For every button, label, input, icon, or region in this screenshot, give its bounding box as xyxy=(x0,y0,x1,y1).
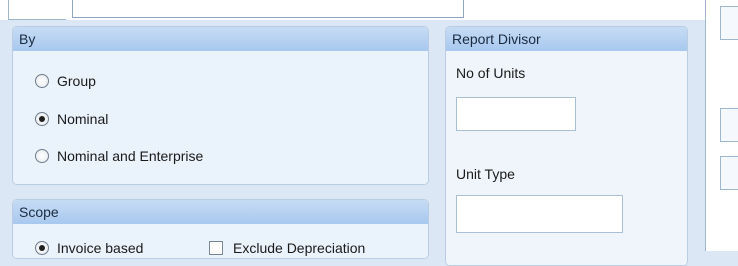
radio-button-checked[interactable] xyxy=(35,241,49,255)
exclude-depreciation-option[interactable]: Exclude Depreciation xyxy=(209,238,365,258)
radio-invoice-based-label: Invoice based xyxy=(57,240,144,256)
radio-button[interactable] xyxy=(35,74,49,88)
scope-group: Scope Invoice based Exclude Depreciation xyxy=(12,199,429,259)
scope-group-title: Scope xyxy=(13,200,428,224)
by-group-title: By xyxy=(13,27,428,51)
radio-invoice-based-option[interactable]: Invoice based xyxy=(35,238,143,258)
radio-button[interactable] xyxy=(35,149,49,163)
radio-nominal-enterprise-label: Nominal and Enterprise xyxy=(57,148,204,164)
by-group: By Group Nominal Nominal and Enterprise xyxy=(12,26,429,185)
radio-nominal-enterprise-option[interactable]: Nominal and Enterprise xyxy=(35,146,203,166)
radio-group-label: Group xyxy=(57,73,96,89)
top-field[interactable] xyxy=(72,0,464,18)
right-button-middle[interactable] xyxy=(720,108,738,142)
by-group-body: Group Nominal Nominal and Enterprise xyxy=(13,51,428,184)
exclude-depreciation-label: Exclude Depreciation xyxy=(233,240,366,256)
report-divisor-title: Report Divisor xyxy=(446,27,687,51)
unit-type-label: Unit Type xyxy=(456,166,515,182)
report-divisor-body: No of Units Unit Type xyxy=(446,51,687,265)
unit-type-input[interactable] xyxy=(456,195,623,233)
exclude-depreciation-checkbox[interactable] xyxy=(209,241,223,255)
radio-button-checked[interactable] xyxy=(35,112,49,126)
units-label: No of Units xyxy=(456,65,526,81)
top-tab[interactable] xyxy=(8,0,66,20)
radio-nominal-label: Nominal xyxy=(57,111,109,127)
right-button-top[interactable] xyxy=(720,6,738,40)
units-input[interactable] xyxy=(456,97,576,131)
radio-group-option[interactable]: Group xyxy=(35,71,96,91)
radio-nominal-option[interactable]: Nominal xyxy=(35,109,108,129)
right-button-bottom[interactable] xyxy=(720,156,738,190)
report-divisor-group: Report Divisor No of Units Unit Type xyxy=(445,26,688,266)
scope-group-body: Invoice based Exclude Depreciation xyxy=(13,224,428,258)
